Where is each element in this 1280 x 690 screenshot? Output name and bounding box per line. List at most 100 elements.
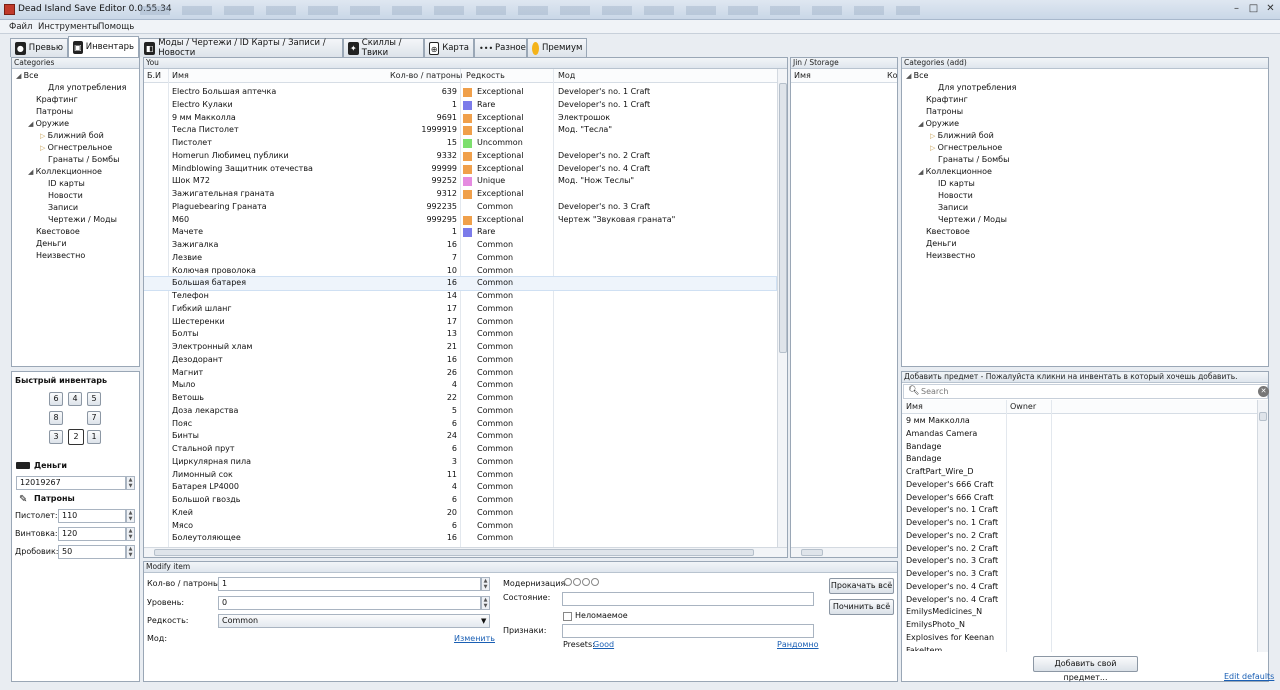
table-row[interactable]: Гибкий шланг 17 Common	[144, 303, 776, 316]
modernization-radios[interactable]	[563, 578, 599, 588]
table-row[interactable]: 9 мм Макколла 9691 Exceptional Электрошок	[144, 112, 776, 125]
list-item[interactable]: FakeItem	[906, 645, 942, 652]
rifle-ammo-input[interactable]: 120	[58, 527, 126, 541]
list-item[interactable]: Developer's no. 1 Craft	[906, 504, 998, 517]
table-row[interactable]: Большой гвоздь 6 Common	[144, 494, 776, 507]
category-item[interactable]: Новости	[48, 190, 83, 202]
expand-open-icon[interactable]: ◢	[16, 72, 24, 80]
category-item[interactable]: Патроны	[36, 106, 73, 118]
category-item[interactable]: Квестовое	[926, 226, 970, 238]
category-item[interactable]: ▷ Ближний бой	[930, 130, 994, 142]
inventory-hscroll[interactable]	[144, 547, 787, 557]
shotgun-ammo-spinner[interactable]: ▲ ▼	[126, 545, 135, 559]
quick-slot-1[interactable]: 1	[87, 430, 101, 444]
unbreakable-checkbox[interactable]	[563, 612, 572, 621]
menu-tools[interactable]: Инструменты	[38, 22, 99, 32]
quick-slot-6[interactable]: 6	[49, 392, 63, 406]
quick-slot-5[interactable]: 5	[87, 392, 101, 406]
radio-icon[interactable]	[591, 578, 599, 586]
table-row[interactable]: Homerun Любимец публики 9332 Exceptional De…	[144, 150, 776, 163]
category-item[interactable]: Крафтинг	[926, 94, 968, 106]
category-item[interactable]: ◢ Все	[906, 70, 928, 82]
list-item[interactable]: Bandage	[906, 453, 941, 466]
category-item[interactable]: Неизвестно	[926, 250, 975, 262]
table-row[interactable]: Зажигательная граната 9312 Exceptional	[144, 188, 776, 201]
category-item[interactable]: ID карты	[48, 178, 85, 190]
list-item[interactable]: Developer's no. 4 Craft	[906, 594, 998, 607]
tab-preview[interactable]: ● Превью	[10, 38, 68, 57]
col-qty[interactable]: Кол-во / патроны	[390, 69, 462, 83]
level-spinner[interactable]: ▲ ▼	[481, 596, 490, 610]
minimize-icon[interactable]: –	[1228, 3, 1245, 16]
quick-slot-3[interactable]: 3	[49, 430, 63, 444]
search-input[interactable]: Search	[921, 387, 948, 396]
level-input[interactable]: 0	[218, 596, 481, 610]
state-input[interactable]	[562, 592, 814, 606]
list-item[interactable]: Bandage	[906, 441, 941, 454]
category-item[interactable]: Квестовое	[36, 226, 80, 238]
table-row[interactable]: Пистолет 15 Uncommon	[144, 137, 776, 150]
list-item[interactable]: Developer's no. 1 Craft	[906, 517, 998, 530]
inventory-hscroll-thumb[interactable]	[154, 549, 754, 556]
category-item[interactable]: Патроны	[926, 106, 963, 118]
qty-spinner[interactable]: ▲ ▼	[481, 577, 490, 591]
category-item[interactable]: Деньги	[926, 238, 957, 250]
list-item[interactable]: Amandas Camera	[906, 428, 977, 441]
category-item[interactable]: ◢ Оружие	[918, 118, 959, 130]
expand-open-icon[interactable]: ◢	[906, 72, 914, 80]
category-item[interactable]: Неизвестно	[36, 250, 85, 262]
table-row[interactable]: Дезодорант 16 Common	[144, 354, 776, 367]
inventory-vscroll[interactable]	[777, 69, 787, 547]
table-row[interactable]: Шок M72 99252 Unique Мод. "Нож Теслы"	[144, 175, 776, 188]
table-row[interactable]: Пояс 6 Common	[144, 418, 776, 431]
menu-help[interactable]: Помощь	[98, 22, 134, 32]
category-item[interactable]: Записи	[938, 202, 968, 214]
list-item[interactable]: Explosives for Keenan	[906, 632, 994, 645]
add-custom-item-button[interactable]: Добавить свой предмет...	[1033, 656, 1138, 682]
table-row[interactable]: M60 999295 Exceptional Чертеж "Звуковая гра…	[144, 214, 776, 227]
list-item[interactable]: Developer's no. 2 Craft	[906, 530, 998, 543]
expand-open-icon[interactable]: ◢	[918, 120, 926, 128]
money-input[interactable]: 12019267	[16, 476, 126, 490]
radio-icon[interactable]	[573, 578, 581, 586]
category-item[interactable]: Чертежи / Моды	[938, 214, 1007, 226]
category-item[interactable]: Записи	[48, 202, 78, 214]
table-row[interactable]: Зажигалка 16 Common	[144, 239, 776, 252]
storage-hscroll-thumb[interactable]	[801, 549, 823, 556]
category-item[interactable]: ▷ Огнестрельное	[930, 142, 1002, 154]
table-row[interactable]: Доза лекарства 5 Common	[144, 405, 776, 418]
tab-misc[interactable]: ••• Разное	[474, 38, 527, 57]
storage-col-qty[interactable]: Ко	[887, 69, 897, 83]
radio-icon[interactable]	[564, 578, 572, 586]
pistol-ammo-input[interactable]: 110	[58, 509, 126, 523]
table-row[interactable]: Electro Большая аптечка 639 Exceptional Dev…	[144, 86, 776, 99]
list-item[interactable]: CraftPart_Wire_D	[906, 466, 974, 479]
inventory-vscroll-thumb[interactable]	[779, 83, 787, 353]
table-row[interactable]: Шестеренки 17 Common	[144, 316, 776, 329]
table-row[interactable]: Колючая проволока 10 Common	[144, 265, 776, 278]
table-row[interactable]: Мачете 1 Rare	[144, 226, 776, 239]
table-row[interactable]: Магнит 26 Common	[144, 367, 776, 380]
close-icon[interactable]: ✕	[1262, 3, 1279, 16]
list-item[interactable]: Developer's no. 4 Craft	[906, 581, 998, 594]
category-item[interactable]: Деньги	[36, 238, 67, 250]
expand-open-icon[interactable]: ◢	[28, 120, 36, 128]
storage-col-name[interactable]: Имя	[794, 69, 811, 83]
col-mod[interactable]: Мод	[558, 69, 575, 83]
clear-search-icon[interactable]: ✕	[1258, 386, 1269, 397]
table-row[interactable]: Телефон 14 Common	[144, 290, 776, 303]
add-item-vscroll[interactable]	[1257, 400, 1268, 652]
table-row[interactable]: Циркулярная пила 3 Common	[144, 456, 776, 469]
table-row[interactable]: Plaguebearing Граната 992235 Common Develop…	[144, 201, 776, 214]
table-row[interactable]: Лезвие 7 Common	[144, 252, 776, 265]
table-row[interactable]: Ветошь 22 Common	[144, 392, 776, 405]
list-item[interactable]: EmilysPhoto_N	[906, 619, 965, 632]
category-item[interactable]: Для употребления	[938, 82, 1016, 94]
pistol-ammo-spinner[interactable]: ▲ ▼	[126, 509, 135, 523]
list-item[interactable]: Developer's no. 2 Craft	[906, 543, 998, 556]
list-item[interactable]: EmilysMedicines_N	[906, 606, 982, 619]
table-row[interactable]: Электронный хлам 21 Common	[144, 341, 776, 354]
table-row[interactable]: Большая батарея 16 Common	[144, 276, 777, 291]
table-row[interactable]: Клей 20 Common	[144, 507, 776, 520]
repair-all-button[interactable]: Починить всё	[829, 599, 894, 615]
